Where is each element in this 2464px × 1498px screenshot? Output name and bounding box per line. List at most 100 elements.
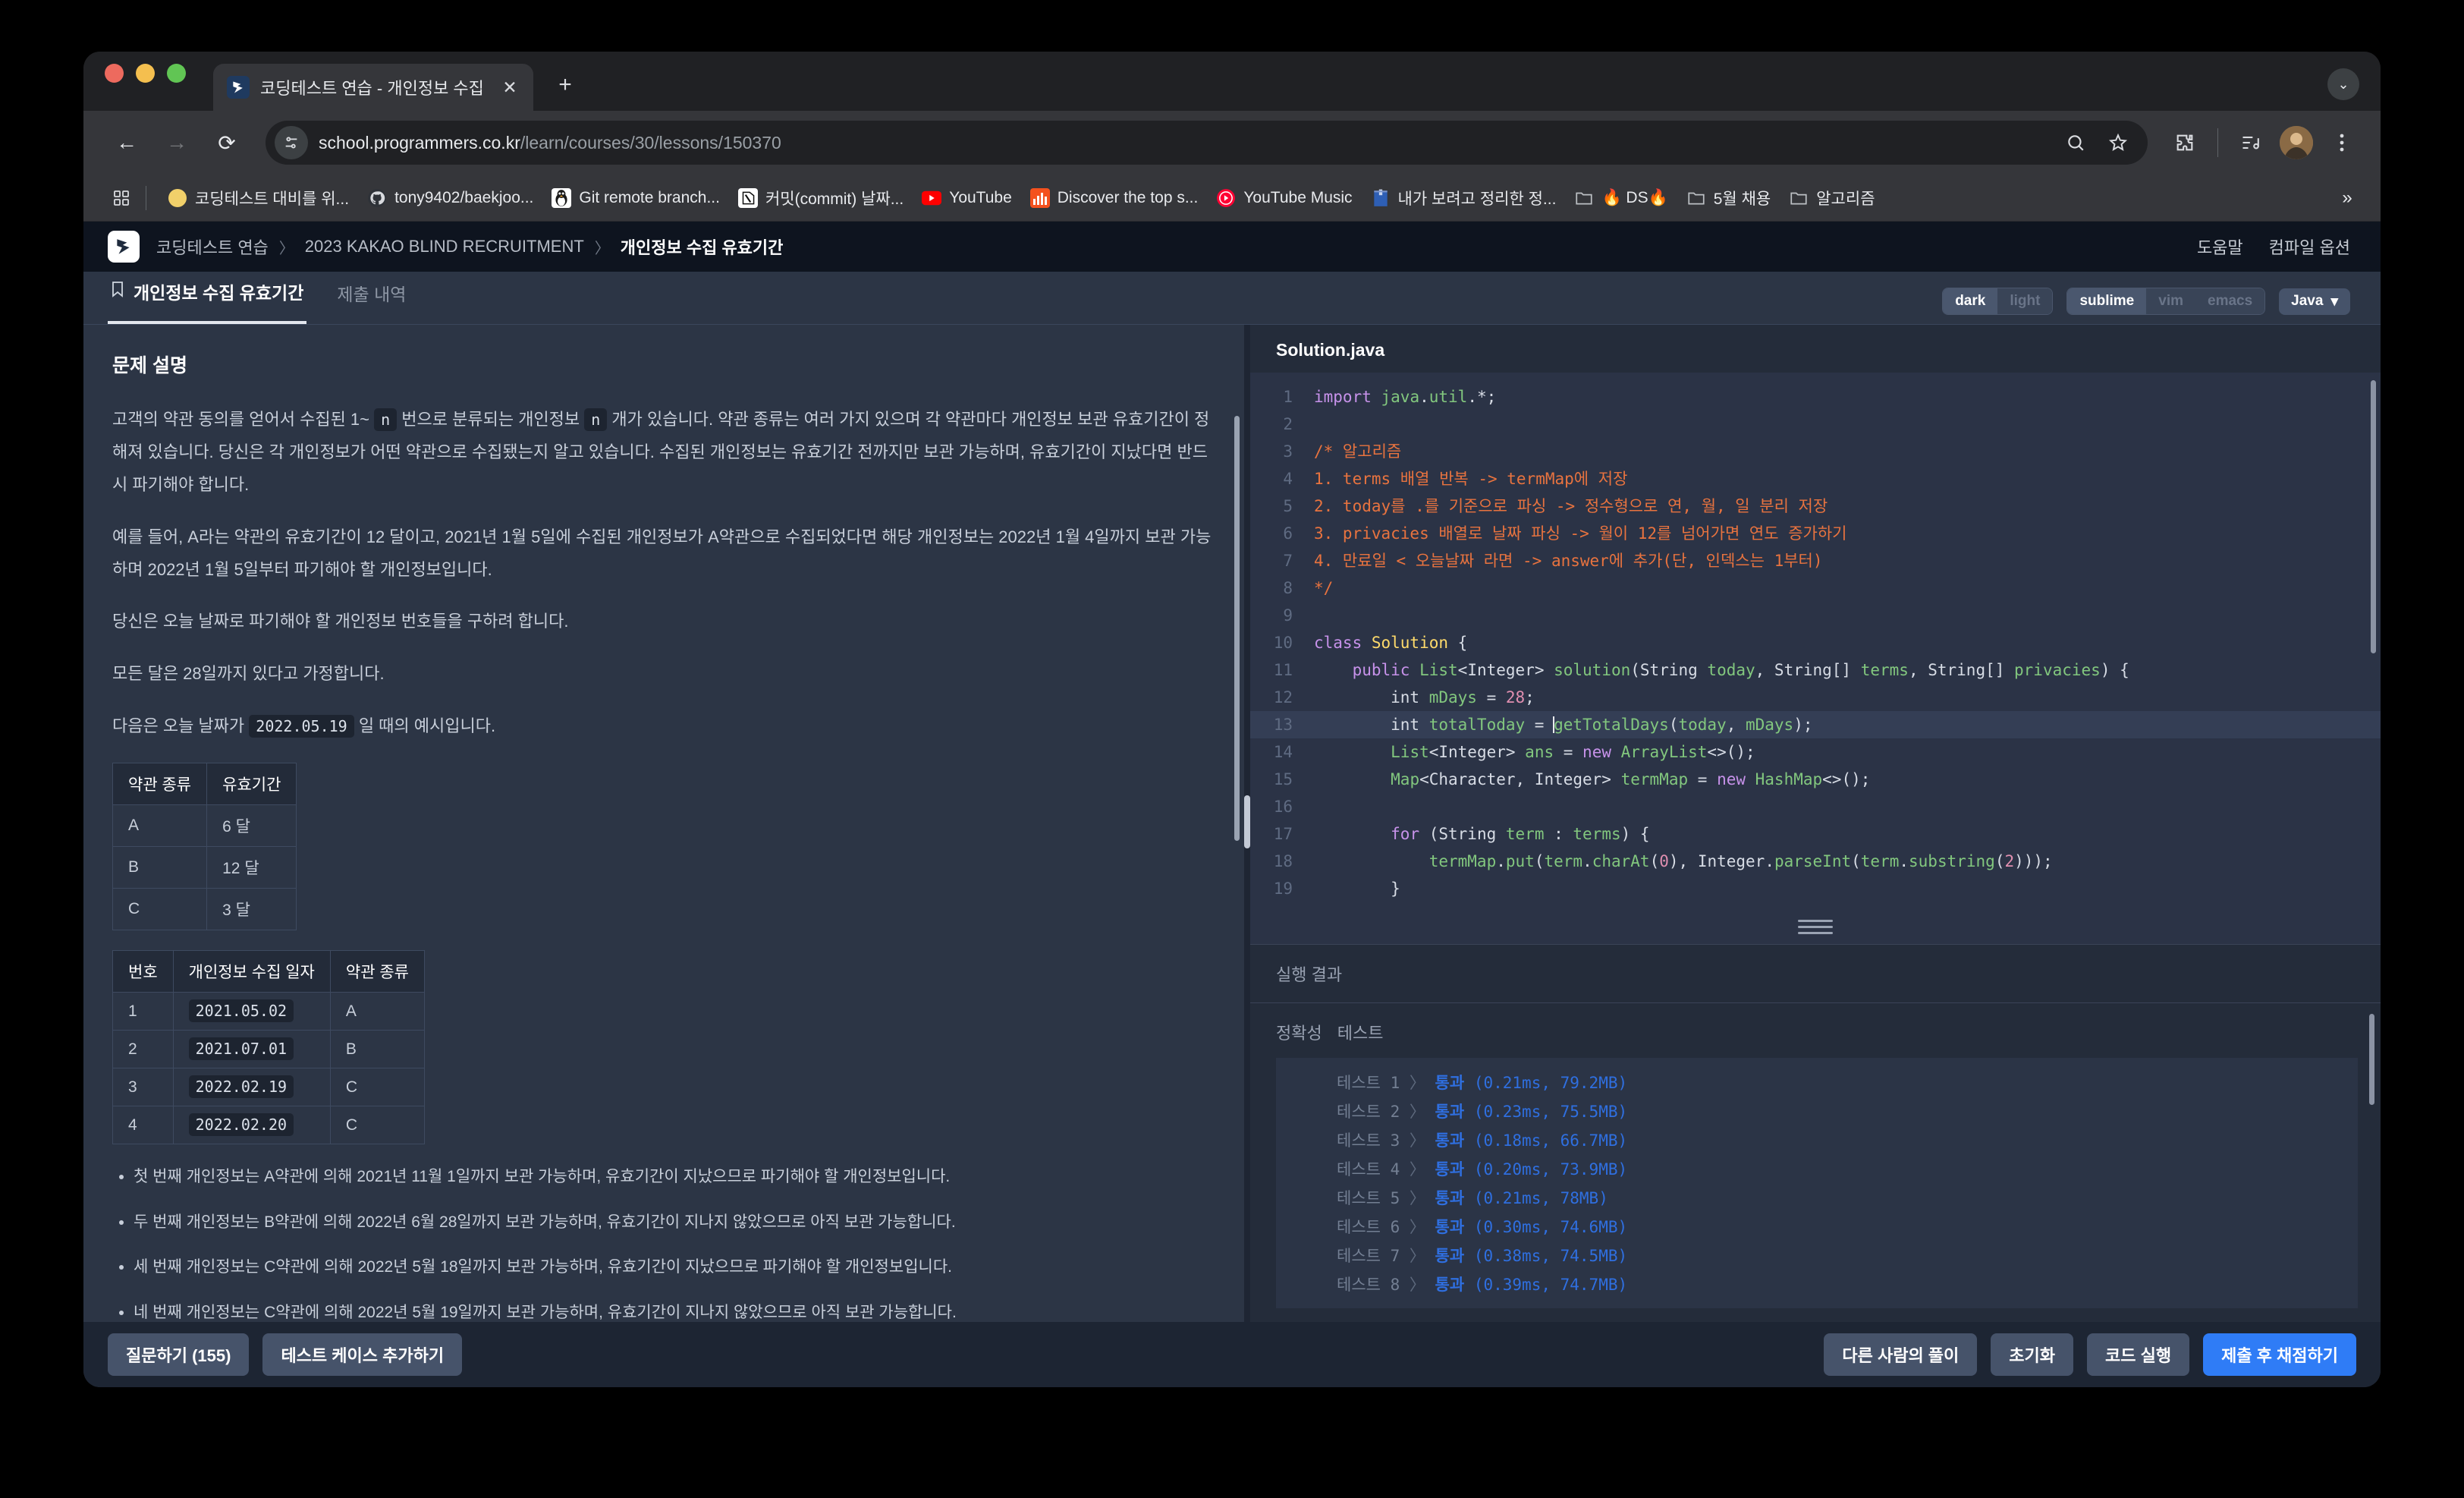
bookmark-item[interactable]: 커밋(commit) 날짜...	[729, 180, 913, 216]
apps-grid-icon[interactable]	[103, 180, 140, 216]
submit-button[interactable]: 제출 후 채점하기	[2203, 1333, 2356, 1376]
chevron-right-icon: 〉	[1409, 1276, 1435, 1294]
browser-toolbar: ← → ⟳ school.programmers.co.kr/learn/cou…	[83, 111, 2381, 175]
ask-question-button[interactable]: 질문하기 (155)	[108, 1333, 250, 1376]
code-text: }	[1314, 880, 1400, 898]
code-line[interactable]: 8 */	[1250, 574, 2381, 602]
run-code-button[interactable]: 코드 실행	[2087, 1333, 2190, 1376]
result-scrollbar[interactable]	[2369, 1014, 2374, 1105]
bookmark-item[interactable]: 🔥 DS🔥	[1565, 180, 1677, 216]
code-line[interactable]: 3 /* 알고리즘	[1250, 438, 2381, 465]
tab-submissions[interactable]: 제출 내역	[334, 272, 409, 324]
table-cell: A	[329, 992, 426, 1031]
bookmark-label: YouTube	[949, 188, 1012, 206]
help-link[interactable]: 도움말	[2197, 234, 2243, 259]
keymap-option-vim[interactable]: vim	[2146, 288, 2195, 314]
address-bar[interactable]: school.programmers.co.kr/learn/courses/3…	[266, 121, 2148, 165]
bookmark-item[interactable]: tony9402/baekjoo...	[358, 180, 542, 216]
bookmarks-overflow-button[interactable]: »	[2330, 187, 2364, 209]
code-line[interactable]: 6 3. privacies 배열로 날짜 파싱 -> 월이 12를 넘어가면 연…	[1250, 520, 2381, 547]
avatar[interactable]	[2276, 122, 2317, 163]
bookmark-item[interactable]: Git remote branch...	[542, 180, 729, 216]
code-line[interactable]: 7 4. 만료일 < 오늘날짜 라면 -> answer에 추가(단, 인덱스는 …	[1250, 547, 2381, 574]
code-line[interactable]: 11 public List<Integer> solution(String …	[1250, 656, 2381, 684]
theme-toggle[interactable]: dark light	[1942, 288, 2054, 315]
code-content[interactable]: 1 import java.util.*; 2 3 /* 알고리즘 4 1. terms …	[1250, 373, 2381, 902]
code-line[interactable]: 13 int totalToday = getTotalDays(today, …	[1250, 711, 2381, 738]
code-line[interactable]: 15 Map<Character, Integer> termMap = new…	[1250, 766, 2381, 793]
keymap-option-emacs[interactable]: emacs	[2195, 288, 2265, 314]
code-line[interactable]: 14 List<Integer> ans = new ArrayList<>()…	[1250, 738, 2381, 766]
keymap-option-sublime[interactable]: sublime	[2067, 288, 2147, 314]
bookmark-item[interactable]: YouTube Music	[1207, 180, 1361, 216]
editor-settings: dark light sublime vim emacs Java ▾	[1942, 288, 2350, 324]
status-badge: 통과	[1435, 1218, 1474, 1236]
site-settings-icon[interactable]	[275, 126, 308, 159]
code-line[interactable]: 17 for (String term : terms) {	[1250, 820, 2381, 848]
breadcrumb-item-0[interactable]: 코딩테스트 연습	[156, 234, 269, 259]
code-line[interactable]: 19 }	[1250, 875, 2381, 902]
code-line[interactable]: 9	[1250, 602, 2381, 629]
toolbar-icons	[2164, 122, 2362, 163]
code-line[interactable]: 12 int mDays = 28;	[1250, 684, 2381, 711]
code-line[interactable]: 2	[1250, 411, 2381, 438]
theme-option-dark[interactable]: dark	[1943, 288, 1998, 314]
programmers-logo[interactable]	[108, 231, 140, 263]
code-line[interactable]: 4 1. terms 배열 반복 -> termMap에 저장	[1250, 465, 2381, 493]
browser-tab[interactable]: 코딩테스트 연습 - 개인정보 수집 유 ✕	[213, 64, 533, 111]
back-button[interactable]: ←	[105, 121, 149, 165]
bookmark-item[interactable]: 알고리즘	[1780, 180, 1884, 216]
code-line[interactable]: 5 2. today를 .를 기준으로 파싱 -> 정수형으로 연, 월, 일 분…	[1250, 493, 2381, 520]
three-dot-menu-icon[interactable]	[2321, 122, 2362, 163]
bookmark-item[interactable]: 내가 보려고 정리한 정...	[1362, 180, 1566, 216]
code-editor[interactable]: 1 import java.util.*; 2 3 /* 알고리즘 4 1. terms …	[1250, 373, 2381, 944]
bookmark-label: 🔥 DS🔥	[1601, 188, 1668, 206]
media-controls-icon[interactable]	[2230, 122, 2271, 163]
panel-resizer[interactable]	[1244, 325, 1250, 1322]
code-line[interactable]: 1 import java.util.*;	[1250, 383, 2381, 411]
code-line[interactable]: 16	[1250, 793, 2381, 820]
minimize-window-button[interactable]	[136, 63, 155, 83]
close-icon[interactable]: ✕	[498, 76, 521, 99]
search-icon[interactable]	[2058, 125, 2093, 160]
forward-button[interactable]: →	[155, 121, 199, 165]
tab-problem[interactable]: 개인정보 수집 유효기간	[108, 272, 307, 324]
code-line[interactable]: 18 termMap.put(term.charAt(0), Integer.p…	[1250, 848, 2381, 875]
bookmark-item[interactable]: 코딩테스트 대비를 위...	[159, 180, 358, 216]
bookmark-item[interactable]: Discover the top s...	[1021, 180, 1208, 216]
bookmark-item[interactable]: 5월 채용	[1677, 180, 1780, 216]
test-result-row: 테스트 1 〉 통과 (0.21ms, 79.2MB)	[1337, 1068, 2358, 1097]
reload-button[interactable]: ⟳	[205, 121, 249, 165]
theme-option-light[interactable]: light	[1997, 288, 2053, 314]
result-tab-accuracy[interactable]: 정확성	[1276, 1020, 1322, 1044]
tab-submissions-label: 제출 내역	[337, 284, 407, 304]
problem-scrollbar[interactable]	[1234, 416, 1240, 841]
bookmark-item[interactable]: YouTube	[913, 180, 1021, 216]
inline-code-date: 2021.07.01	[188, 1037, 294, 1061]
editor-scrollbar[interactable]	[2371, 380, 2376, 653]
bookmarks-bar: 코딩테스트 대비를 위... tony9402/baekjoo... Git r…	[83, 175, 2381, 222]
code-text: /* 알고리즘	[1314, 442, 1402, 461]
page-title: 문제 설명	[112, 355, 187, 376]
star-icon[interactable]	[2101, 125, 2136, 160]
add-test-case-button[interactable]: 테스트 케이스 추가하기	[262, 1333, 463, 1376]
breadcrumb-item-1[interactable]: 2023 KAKAO BLIND RECRUITMENT	[305, 237, 584, 256]
result-tab-test[interactable]: 테스트	[1337, 1020, 1384, 1044]
editor-resize-handle[interactable]	[1798, 920, 1833, 938]
terms-table-header: 유효기간	[206, 763, 297, 806]
language-select[interactable]: Java ▾	[2279, 288, 2350, 315]
new-tab-button[interactable]: +	[550, 70, 580, 100]
tab-title: 코딩테스트 연습 - 개인정보 수집 유	[260, 79, 488, 98]
close-window-button[interactable]	[105, 63, 124, 83]
chevron-down-icon[interactable]: ⌄	[2327, 68, 2359, 100]
reset-button[interactable]: 초기화	[1991, 1333, 2074, 1376]
maximize-window-button[interactable]	[167, 63, 186, 83]
bookmark-label: 내가 보려고 정리한 정...	[1397, 190, 1557, 208]
inline-code-date: 2022.02.20	[188, 1113, 294, 1137]
compile-options-link[interactable]: 컴파일 옵션	[2269, 234, 2350, 259]
other-solutions-button[interactable]: 다른 사람의 풀이	[1824, 1333, 1978, 1376]
keymap-toggle[interactable]: sublime vim emacs	[2066, 288, 2266, 315]
code-line[interactable]: 10 class Solution {	[1250, 629, 2381, 656]
puzzle-icon[interactable]	[2164, 122, 2205, 163]
